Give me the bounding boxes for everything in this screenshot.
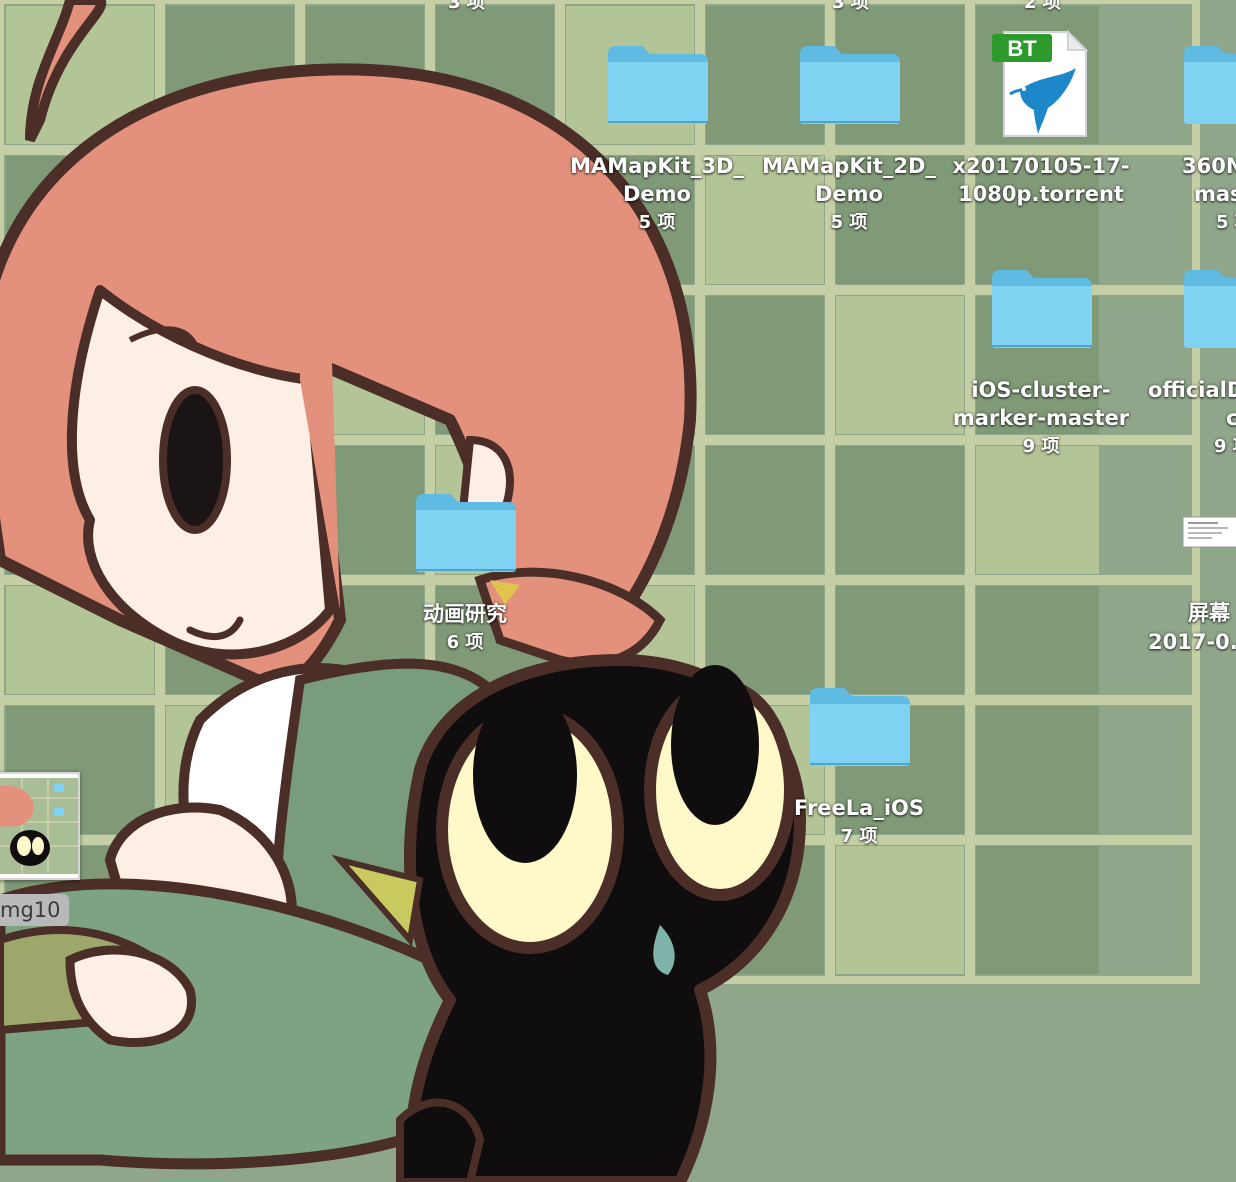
wallpaper-tile xyxy=(976,846,1099,974)
folder-icon xyxy=(414,490,518,578)
bt-torrent-icon: BT xyxy=(990,28,1090,144)
partial-count-label: 3 项 xyxy=(448,0,485,13)
desktop-item-360n-folder[interactable]: 360N mas 5 项 xyxy=(1142,40,1236,240)
folder-icon xyxy=(798,42,902,130)
item-name: x20170105-17- xyxy=(952,154,1130,178)
desktop-item-officiald-folder[interactable]: officialD c 9 项 xyxy=(1142,264,1236,464)
wallpaper-tile xyxy=(836,296,964,434)
partial-count-label: 2 项 xyxy=(1024,0,1061,13)
desktop-item-ios-cluster-marker-master[interactable]: iOS-cluster- marker-master 9 项 xyxy=(950,264,1132,464)
item-name-line2: c xyxy=(1226,406,1236,430)
item-count: 5 项 xyxy=(1216,212,1236,233)
item-count: 5 项 xyxy=(638,212,676,233)
desktop-item-animation-research-folder[interactable]: 动画研究 6 项 xyxy=(374,488,556,668)
item-name: mg10 xyxy=(0,894,69,926)
desktop-item-freela-ios-folder[interactable]: FreeLa_iOS 7 项 xyxy=(768,682,950,862)
wallpaper-tile xyxy=(706,296,824,434)
item-count: 6 项 xyxy=(446,632,484,653)
item-name-line2: mas xyxy=(1194,182,1236,206)
wallpaper-tile xyxy=(976,706,1099,834)
item-name-line2: 2017-0.. xyxy=(1148,630,1236,654)
item-count: 9 项 xyxy=(1022,436,1060,457)
item-name-line2: marker-master xyxy=(952,406,1130,430)
item-name: MAMapKit_3D_ xyxy=(570,154,744,178)
wallpaper-tile xyxy=(706,446,824,574)
item-count: 5 项 xyxy=(830,212,868,233)
folder-icon xyxy=(606,42,710,130)
item-name: 360N xyxy=(1182,154,1236,178)
item-name: iOS-cluster- xyxy=(971,378,1111,402)
item-name: 屏幕 xyxy=(1188,601,1230,625)
item-count: 7 项 xyxy=(840,826,878,847)
wallpaper-tile xyxy=(976,586,1099,694)
item-name: 动画研究 xyxy=(423,602,507,626)
folder-icon xyxy=(1182,266,1236,354)
partial-count-label: 3 项 xyxy=(832,0,869,13)
bt-badge: BT xyxy=(1007,36,1037,61)
item-name: MAMapKit_2D_ xyxy=(762,154,936,178)
image-thumbnail-icon xyxy=(0,772,80,880)
wallpaper-tile xyxy=(976,446,1099,574)
item-name: officialD xyxy=(1148,378,1236,402)
folder-icon xyxy=(990,266,1094,354)
wallpaper-tile xyxy=(836,586,964,694)
item-name-line2: 1080p.torrent xyxy=(958,182,1124,206)
wallpaper-tile xyxy=(836,846,964,974)
desktop-item-mamapkit-2d-demo[interactable]: MAMapKit_2D_ Demo 5 项 xyxy=(758,40,940,240)
folder-icon xyxy=(808,684,912,772)
item-name-line2: Demo xyxy=(815,182,883,206)
item-name-line2: Demo xyxy=(623,182,691,206)
desktop-item-mamapkit-3d-demo[interactable]: MAMapKit_3D_ Demo 5 项 xyxy=(566,40,748,240)
item-name: FreeLa_iOS xyxy=(793,796,925,820)
wallpaper-tile xyxy=(836,446,964,574)
item-count: 9 项 xyxy=(1214,436,1236,457)
screenshot-thumbnail-icon xyxy=(1182,516,1236,552)
desktop-item-torrent-file[interactable]: BT x20170105-17- 1080p.torrent xyxy=(950,28,1132,218)
folder-icon xyxy=(1182,42,1236,130)
desktop-item-screenshot-file[interactable]: 屏幕 2017-0.. xyxy=(1142,500,1236,670)
